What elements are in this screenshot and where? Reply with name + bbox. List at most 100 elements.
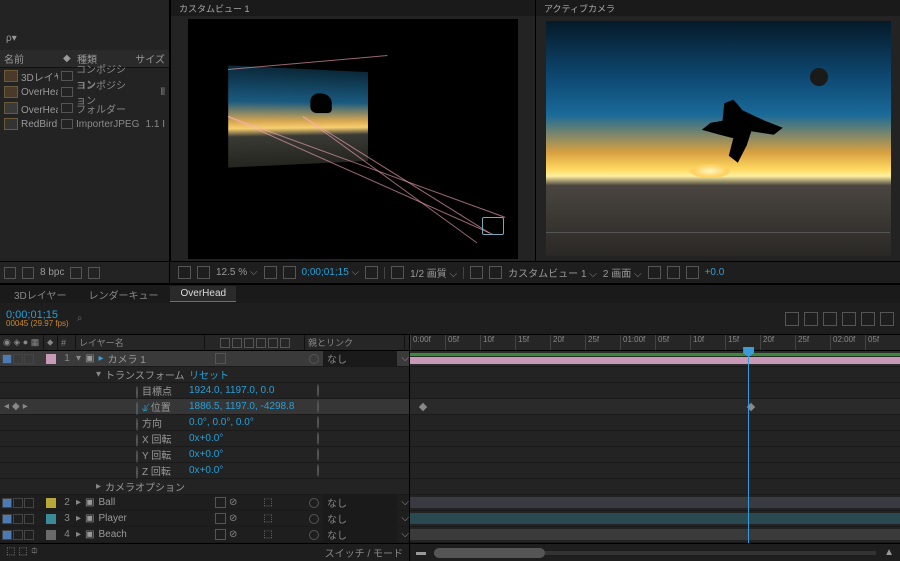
snapshot-icon[interactable] xyxy=(365,266,378,279)
view-count-dropdown[interactable]: 2 画面 xyxy=(603,265,642,280)
pickwhip-icon[interactable] xyxy=(309,354,319,364)
track-bar[interactable] xyxy=(410,495,900,511)
zoom-dropdown[interactable]: 12.5 % xyxy=(216,267,258,278)
timeline-tab[interactable]: 3Dレイヤー xyxy=(4,285,76,304)
col-av: ◉ ◈ ● ▦ xyxy=(0,335,44,350)
search-icon[interactable]: ⌕ xyxy=(77,313,93,324)
active-camera-stage[interactable] xyxy=(536,16,900,261)
col-name[interactable]: 名前 xyxy=(4,51,61,66)
interpret-icon[interactable] xyxy=(4,267,16,279)
col-parent[interactable]: 親とリンク xyxy=(305,335,405,350)
pickwhip-icon[interactable] xyxy=(309,498,319,508)
project-item[interactable]: RedBird.jpgImporterJPEG1.1 I xyxy=(0,116,169,132)
property-yrot[interactable]: Y 回転0x+0.0° xyxy=(0,447,409,463)
time-ruler[interactable]: 0:00f05f10f15f20f25f01:00f05f10f15f20f25… xyxy=(410,335,900,351)
stopwatch-icon[interactable] xyxy=(136,418,138,431)
pickwhip-icon[interactable] xyxy=(317,416,319,429)
col-size[interactable]: サイズ xyxy=(135,51,165,66)
stopwatch-icon[interactable] xyxy=(136,466,138,479)
property-zrot[interactable]: Z 回転0x+0.0° xyxy=(0,463,409,479)
exposure-value[interactable]: +0.0 xyxy=(705,267,725,278)
pickwhip-icon[interactable] xyxy=(309,530,319,540)
pickwhip-icon[interactable] xyxy=(317,448,319,461)
resolution-dropdown[interactable]: 1/2 画質 xyxy=(410,265,457,280)
project-search[interactable]: ρ▾ xyxy=(0,30,169,50)
zoom-in-icon[interactable]: ▲ xyxy=(884,547,894,558)
pickwhip-icon[interactable] xyxy=(309,514,319,524)
bpc-label[interactable]: 8 bpc xyxy=(40,267,64,278)
project-item[interactable]: OverHea...ヤーフォルダー xyxy=(0,100,169,116)
property-poi[interactable]: 目標点1924.0, 1197.0, 0.0 xyxy=(0,383,409,399)
col-index: # xyxy=(58,335,76,350)
draft-3d-icon[interactable] xyxy=(861,312,875,326)
camera-gizmo[interactable] xyxy=(482,217,504,235)
toggle-switches-icon[interactable]: ⬚ ⬚ ⯐ xyxy=(6,544,38,561)
property-orientation[interactable]: 方向0.0°, 0.0°, 0.0° xyxy=(0,415,409,431)
current-time-indicator[interactable] xyxy=(748,351,749,543)
timeline-tab[interactable]: レンダーキュー xyxy=(78,285,168,304)
pickwhip-icon[interactable] xyxy=(317,464,319,477)
layer-3d-preview[interactable] xyxy=(228,65,368,167)
mask-icon[interactable] xyxy=(283,266,296,279)
label-swatch[interactable] xyxy=(61,87,73,97)
new-comp-icon[interactable] xyxy=(70,267,82,279)
track-spacer xyxy=(410,431,900,447)
property-group-camera-options[interactable]: ▸カメラオプション xyxy=(0,479,409,495)
hand-icon[interactable] xyxy=(197,266,210,279)
grid-icon[interactable] xyxy=(489,266,502,279)
trash-icon[interactable] xyxy=(88,267,100,279)
view-label-custom: カスタムビュー 1 xyxy=(171,0,535,16)
col-layer-name[interactable]: レイヤー名 xyxy=(76,335,205,350)
shy-icon[interactable] xyxy=(785,312,799,326)
comp-icon: ▣ xyxy=(85,529,94,540)
stopwatch-icon[interactable] xyxy=(136,434,138,447)
preview-footbar: 12.5 % 0;00;01;15 1/2 画質 カスタムビュー 1 2 画面 … xyxy=(170,261,900,283)
render-icon[interactable] xyxy=(880,312,894,326)
track-bar[interactable] xyxy=(410,511,900,527)
property-position[interactable]: ◂◆▸⫝̸ 位置1886.5, 1197.0, -4298.8 xyxy=(0,399,409,415)
track-keyframes[interactable] xyxy=(410,399,900,415)
timeline-layer-panel: ◉ ◈ ● ▦ ⬥ # レイヤー名 親とリンク 1 ▾▣▸カメラ 1 なし⌵ xyxy=(0,335,410,561)
pixel-aspect-icon[interactable] xyxy=(667,266,680,279)
track-spacer xyxy=(410,463,900,479)
layer-row-camera[interactable]: 1 ▾▣▸カメラ 1 なし⌵ xyxy=(0,351,409,367)
timeline-tab-active[interactable]: OverHead xyxy=(170,286,236,302)
fast-preview-icon[interactable] xyxy=(686,266,699,279)
label-swatch[interactable] xyxy=(61,71,73,81)
region-icon[interactable] xyxy=(470,266,483,279)
res-icon[interactable] xyxy=(264,266,277,279)
time-display[interactable]: 0;00;01;15 xyxy=(302,267,360,278)
graph-editor-icon[interactable] xyxy=(842,312,856,326)
col-tag[interactable]: ◆ xyxy=(63,53,75,64)
pickwhip-icon[interactable] xyxy=(317,400,319,413)
zoom-out-icon[interactable]: ▬ xyxy=(416,547,426,558)
guide-line xyxy=(546,232,890,233)
stopwatch-icon[interactable] xyxy=(136,386,138,399)
stopwatch-icon[interactable] xyxy=(136,402,138,415)
layer-row[interactable]: 4▸▣Beach⊘⬚なし⌵ xyxy=(0,527,409,543)
cursor-icon[interactable] xyxy=(178,266,191,279)
custom-view-stage[interactable] xyxy=(171,16,535,261)
label-swatch[interactable] xyxy=(61,103,73,113)
property-xrot[interactable]: X 回転0x+0.0° xyxy=(0,431,409,447)
motion-blur-icon[interactable] xyxy=(823,312,837,326)
track-bar[interactable] xyxy=(410,351,900,367)
view-opts-icon[interactable] xyxy=(648,266,661,279)
tracks-area[interactable] xyxy=(410,351,900,543)
pickwhip-icon[interactable] xyxy=(317,432,319,445)
view-select-dropdown[interactable]: カスタムビュー 1 xyxy=(508,265,597,280)
label-swatch[interactable] xyxy=(61,119,73,129)
property-group-transform[interactable]: ▾トランスフォーム リセット xyxy=(0,367,409,383)
project-item[interactable]: OverHeadコンポジション⫴ xyxy=(0,84,169,100)
timeline-zoom-slider[interactable] xyxy=(434,551,876,555)
new-folder-icon[interactable] xyxy=(22,267,34,279)
pickwhip-icon[interactable] xyxy=(317,384,319,397)
stopwatch-icon[interactable] xyxy=(136,450,138,463)
layer-row[interactable]: 2▸▣Ball⊘⬚なし⌵ xyxy=(0,495,409,511)
frame-blend-icon[interactable] xyxy=(804,312,818,326)
keyframe-icon[interactable] xyxy=(419,403,427,411)
channel-icon[interactable] xyxy=(391,266,404,279)
track-bar[interactable] xyxy=(410,527,900,543)
switches-mode-label[interactable]: スイッチ / モード xyxy=(325,545,403,560)
layer-row[interactable]: 3▸▣Player⊘⬚なし⌵ xyxy=(0,511,409,527)
